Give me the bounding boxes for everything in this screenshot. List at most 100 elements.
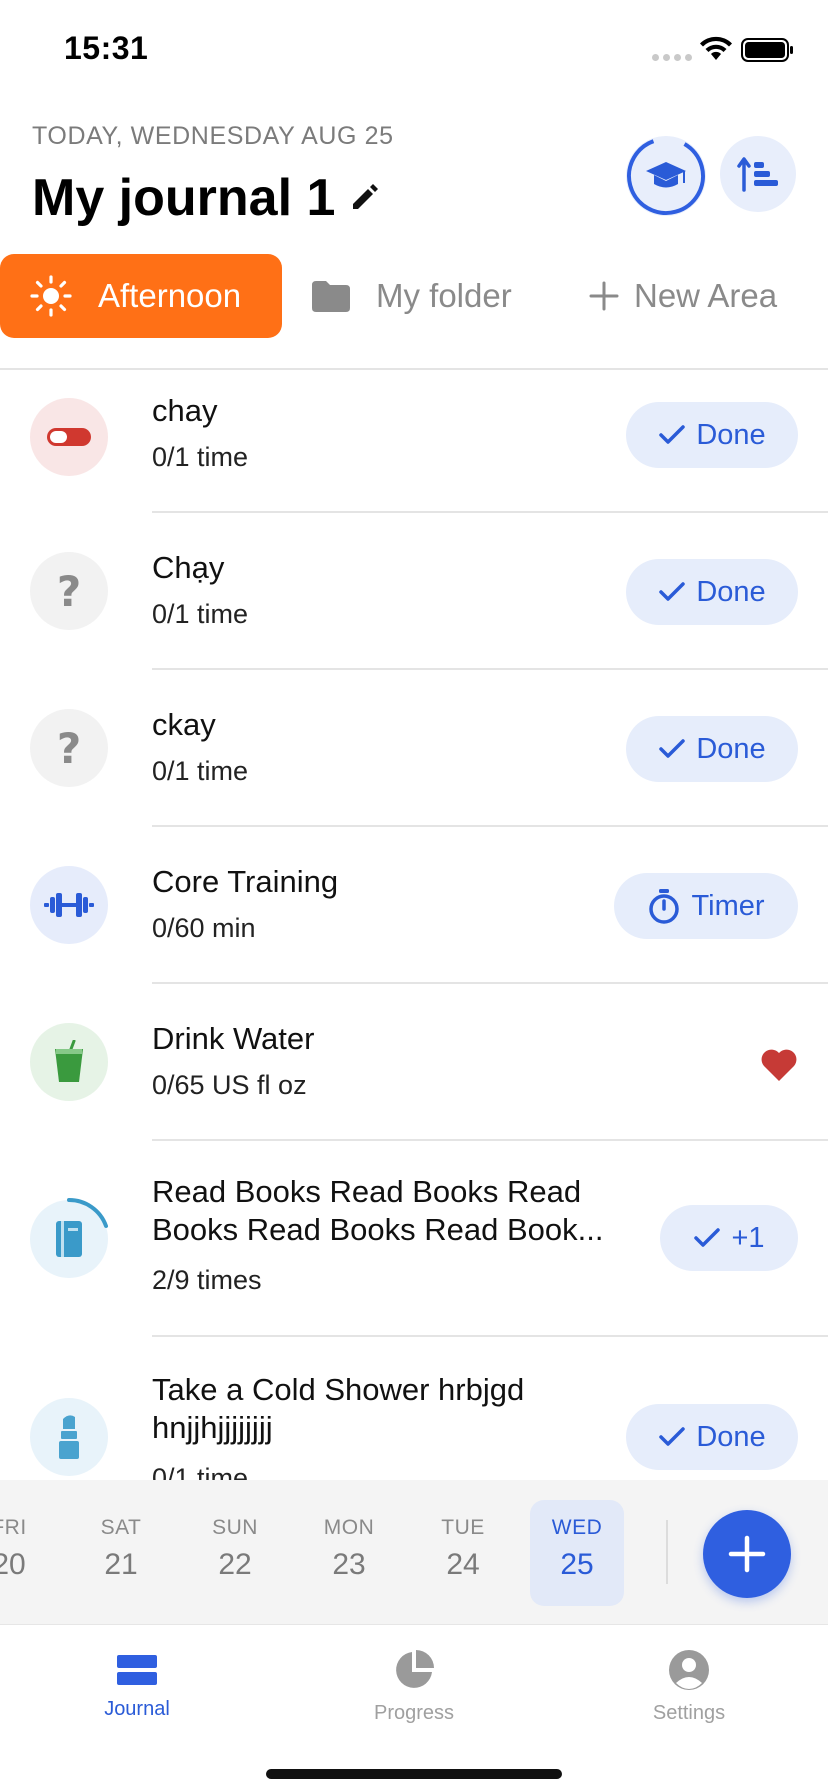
day-mon[interactable]: MON 23	[302, 1500, 396, 1606]
habit-name: Take a Cold Shower hrbjgd hnjjhjjjjjjjj	[152, 1372, 525, 1445]
habit-row[interactable]: Drink Water 0/65 US fl oz	[0, 984, 828, 1141]
done-button[interactable]: Done	[626, 1404, 798, 1470]
habit-progress: 0/1 time	[152, 442, 249, 472]
day-number: 21	[104, 1548, 138, 1581]
day-sat[interactable]: SAT 21	[74, 1500, 168, 1606]
stopwatch-icon	[647, 888, 681, 924]
tab-my-folder-label: My folder	[376, 277, 512, 314]
question-icon: ?	[56, 566, 82, 616]
folder-icon	[312, 281, 350, 312]
habit-icon	[30, 1197, 108, 1278]
timer-button[interactable]: Timer	[614, 873, 798, 939]
pie-chart-icon	[396, 1650, 434, 1688]
dumbbell-icon	[44, 893, 94, 917]
habit-row[interactable]: Take a Cold Shower hrbjgd hnjjhjjjjjjjj …	[0, 1337, 828, 1480]
day-weekday: SAT	[100, 1516, 142, 1539]
habit-progress: 2/9 times	[152, 1265, 262, 1295]
habit-name: ckay	[152, 707, 216, 742]
habit-progress: 0/60 min	[152, 913, 256, 943]
habit-icon	[30, 1398, 108, 1476]
tab-afternoon-label: Afternoon	[98, 277, 242, 314]
battery-icon	[741, 38, 793, 62]
timer-button-label: Timer	[691, 889, 765, 922]
habit-row[interactable]: ? ckay 0/1 time Done	[0, 670, 828, 827]
day-weekday: FRI	[0, 1516, 27, 1539]
day-number: 25	[560, 1548, 594, 1581]
habit-progress: 0/1 time	[152, 599, 249, 629]
add-habit-button[interactable]	[703, 1510, 791, 1598]
habit-name: Read Books Read Books Read Books Read Bo…	[152, 1174, 604, 1247]
habit-row[interactable]: chay 0/1 time Done	[0, 370, 828, 513]
plus-icon	[589, 281, 619, 311]
tab-afternoon[interactable]: Afternoon	[0, 254, 282, 338]
day-weekday: WED	[551, 1516, 603, 1539]
journal-icon	[117, 1655, 157, 1685]
wifi-icon	[700, 36, 732, 60]
heart-icon[interactable]	[760, 1048, 798, 1082]
date-label: TODAY, WEDNESDAY AUG 25	[32, 122, 394, 150]
home-indicator	[266, 1769, 562, 1779]
checkmark-icon	[658, 1426, 686, 1448]
cellular-signal-icon	[652, 54, 692, 61]
day-fri[interactable]: FRI 20	[0, 1500, 56, 1606]
day-weekday: MON	[323, 1516, 375, 1539]
status-time: 15:31	[64, 30, 149, 66]
learn-button[interactable]	[626, 136, 706, 216]
pencil-icon[interactable]	[348, 180, 382, 214]
day-number: 24	[446, 1548, 480, 1581]
nav-journal-label: Journal	[104, 1698, 170, 1720]
habit-row[interactable]: Read Books Read Books Read Books Read Bo…	[0, 1141, 828, 1337]
habit-name: Drink Water	[152, 1021, 315, 1056]
sun-icon	[30, 275, 72, 317]
new-area-button[interactable]: New Area	[588, 254, 777, 338]
done-button[interactable]: Done	[626, 716, 798, 782]
day-wed[interactable]: WED 25	[530, 1500, 624, 1606]
cup-icon	[55, 1040, 83, 1082]
habit-row[interactable]: Core Training 0/60 min Timer	[0, 827, 828, 984]
checkmark-icon	[658, 738, 686, 760]
question-icon: ?	[56, 723, 82, 773]
increment-button[interactable]: +1	[660, 1205, 798, 1271]
done-button[interactable]: Done	[626, 402, 798, 468]
habit-icon: ?	[30, 552, 108, 630]
sort-button[interactable]	[720, 136, 796, 212]
nav-journal[interactable]: Journal	[57, 1643, 217, 1721]
day-weekday: TUE	[441, 1516, 485, 1539]
person-icon	[669, 1650, 709, 1690]
habit-icon: ?	[30, 709, 108, 787]
habit-row[interactable]: ? Chạy 0/1 time Done	[0, 513, 828, 670]
increment-button-label: +1	[731, 1221, 765, 1254]
status-bar: 15:31	[0, 0, 828, 100]
habit-list: chay 0/1 time Done ? Chạy 0/1 time Done …	[0, 370, 828, 1480]
plus-icon	[728, 1535, 766, 1573]
checkmark-icon	[658, 424, 686, 446]
day-sun[interactable]: SUN 22	[188, 1500, 282, 1606]
new-area-label: New Area	[634, 277, 778, 314]
nav-progress-label: Progress	[373, 1702, 455, 1724]
done-button-label: Done	[696, 575, 766, 608]
done-button-label: Done	[696, 1420, 766, 1453]
day-number: 20	[0, 1548, 26, 1581]
day-number: 23	[332, 1548, 366, 1581]
habit-name: chay	[152, 393, 218, 428]
habit-name: Chạy	[152, 550, 225, 585]
day-number: 22	[218, 1548, 252, 1581]
done-button[interactable]: Done	[626, 559, 798, 625]
habit-progress: 0/1 time	[152, 756, 249, 786]
tab-my-folder[interactable]: My folder	[310, 254, 512, 338]
day-weekday: SUN	[212, 1516, 258, 1539]
day-tue[interactable]: TUE 24	[416, 1500, 510, 1606]
done-button-label: Done	[696, 732, 766, 765]
habit-icon	[30, 866, 108, 944]
checkmark-icon	[693, 1227, 721, 1249]
checkmark-icon	[658, 581, 686, 603]
habit-icon	[30, 398, 108, 476]
sort-icon	[737, 157, 778, 192]
date-strip: FRI 20 SAT 21 SUN 22 MON 23 TUE 24 WED 2…	[0, 1480, 828, 1624]
journal-title[interactable]: My journal 1	[32, 168, 335, 228]
nav-progress[interactable]: Progress	[334, 1643, 494, 1725]
lipstick-icon	[59, 1415, 79, 1459]
habit-progress: 0/65 US fl oz	[152, 1070, 307, 1100]
nav-settings[interactable]: Settings	[609, 1643, 769, 1725]
pill-icon	[47, 428, 91, 446]
